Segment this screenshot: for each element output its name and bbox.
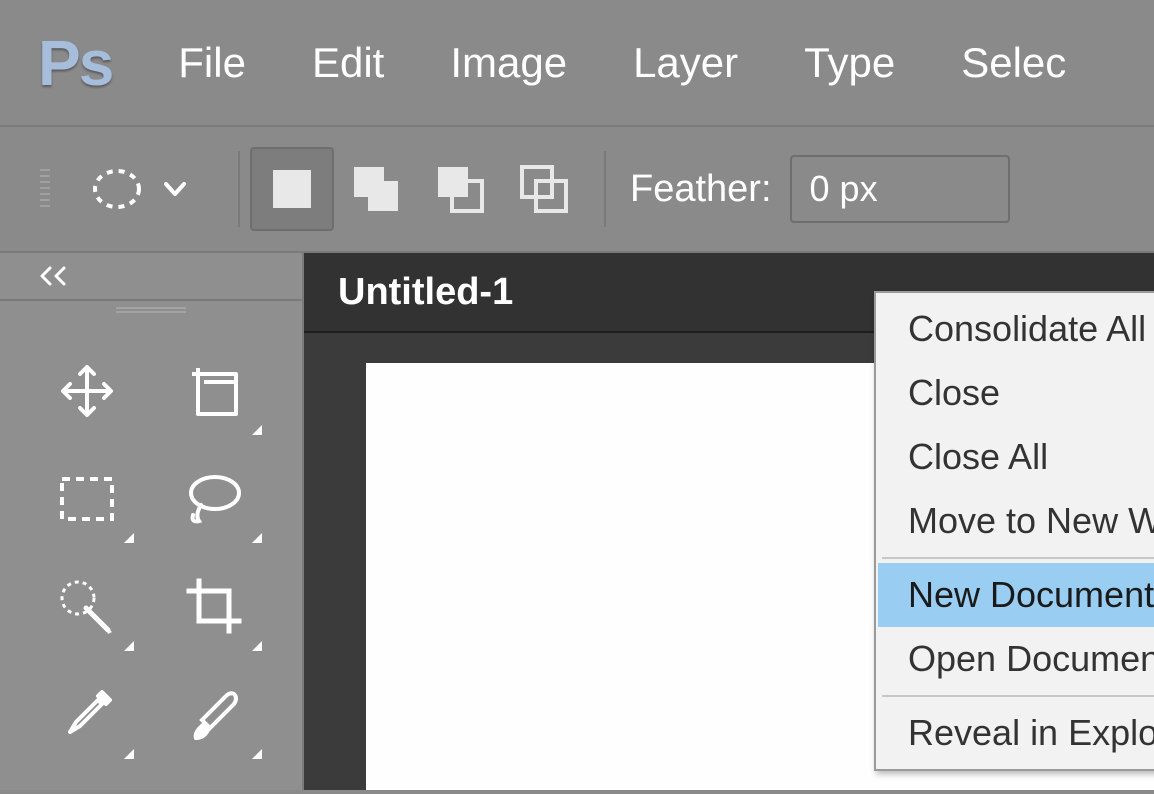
flyout-indicator-icon	[252, 425, 262, 435]
menu-type[interactable]: Type	[804, 39, 895, 87]
quick-selection-icon	[56, 576, 118, 638]
ctx-move-new-window[interactable]: Move to New Window	[878, 489, 1154, 553]
lasso-tool[interactable]	[158, 445, 272, 553]
menu-select[interactable]: Selec	[961, 39, 1066, 87]
brush-tool-icon	[186, 686, 244, 744]
rectangular-marquee-icon	[58, 475, 116, 523]
lasso-tool-icon	[185, 471, 245, 527]
document-area: Untitled-1 Consolidate All to Here Close…	[304, 253, 1154, 790]
tools-panel-collapse-button[interactable]	[0, 253, 302, 301]
feather-label: Feather:	[630, 168, 772, 211]
add-selection-icon	[350, 163, 402, 215]
menu-file[interactable]: File	[178, 39, 246, 87]
ctx-reveal-explorer[interactable]: Reveal in Explorer	[878, 701, 1154, 765]
flyout-indicator-icon	[124, 533, 134, 543]
feather-input[interactable]	[790, 155, 1010, 223]
divider	[604, 151, 606, 227]
tools-panel	[0, 253, 304, 790]
document-tab[interactable]: Untitled-1	[304, 253, 547, 331]
active-tool-dropdown[interactable]	[72, 154, 206, 224]
tab-context-menu: Consolidate All to Here Close Close All …	[874, 291, 1154, 771]
flyout-indicator-icon	[252, 641, 262, 651]
artboard-tool-icon	[186, 362, 244, 420]
options-bar: Feather:	[0, 125, 1154, 253]
chevron-down-icon	[162, 176, 188, 202]
body-area: Untitled-1 Consolidate All to Here Close…	[0, 253, 1154, 790]
app-logo: Ps	[38, 31, 112, 95]
subtract-selection-icon	[434, 163, 486, 215]
new-selection-button[interactable]	[250, 147, 334, 231]
crop-tool[interactable]	[158, 553, 272, 661]
rectangular-marquee-tool[interactable]	[30, 445, 144, 553]
ctx-separator	[882, 695, 1154, 697]
move-tool-icon	[58, 362, 116, 420]
ctx-consolidate-all[interactable]: Consolidate All to Here	[878, 297, 1154, 361]
flyout-indicator-icon	[252, 533, 262, 543]
flyout-indicator-icon	[124, 641, 134, 651]
ctx-close-all[interactable]: Close All	[878, 425, 1154, 489]
move-tool[interactable]	[30, 337, 144, 445]
menu-bar: Ps File Edit Image Layer Type Selec	[0, 0, 1154, 125]
options-bar-grip-icon[interactable]	[40, 169, 50, 209]
filled-square-icon	[271, 168, 313, 210]
quick-selection-tool[interactable]	[30, 553, 144, 661]
menu-layer[interactable]: Layer	[633, 39, 738, 87]
menu-edit[interactable]: Edit	[312, 39, 384, 87]
ctx-separator	[882, 557, 1154, 559]
ctx-open-document[interactable]: Open Document...	[878, 627, 1154, 691]
flyout-indicator-icon	[124, 749, 134, 759]
subtract-from-selection-button[interactable]	[418, 147, 502, 231]
flyout-indicator-icon	[252, 749, 262, 759]
eyedropper-tool[interactable]	[30, 661, 144, 769]
panel-grip-icon[interactable]	[0, 301, 302, 321]
crop-tool-icon	[185, 577, 245, 637]
brush-tool[interactable]	[158, 661, 272, 769]
ctx-new-document[interactable]: New Document...	[878, 563, 1154, 627]
elliptical-marquee-icon	[90, 162, 144, 216]
menu-image[interactable]: Image	[450, 39, 567, 87]
collapse-icon	[38, 264, 78, 288]
intersect-selection-icon	[518, 163, 570, 215]
artboard-tool[interactable]	[158, 337, 272, 445]
intersect-selection-button[interactable]	[502, 147, 586, 231]
eyedropper-icon	[58, 686, 116, 744]
add-to-selection-button[interactable]	[334, 147, 418, 231]
feather-control: Feather:	[630, 155, 1010, 223]
divider	[238, 151, 240, 227]
ctx-close[interactable]: Close	[878, 361, 1154, 425]
